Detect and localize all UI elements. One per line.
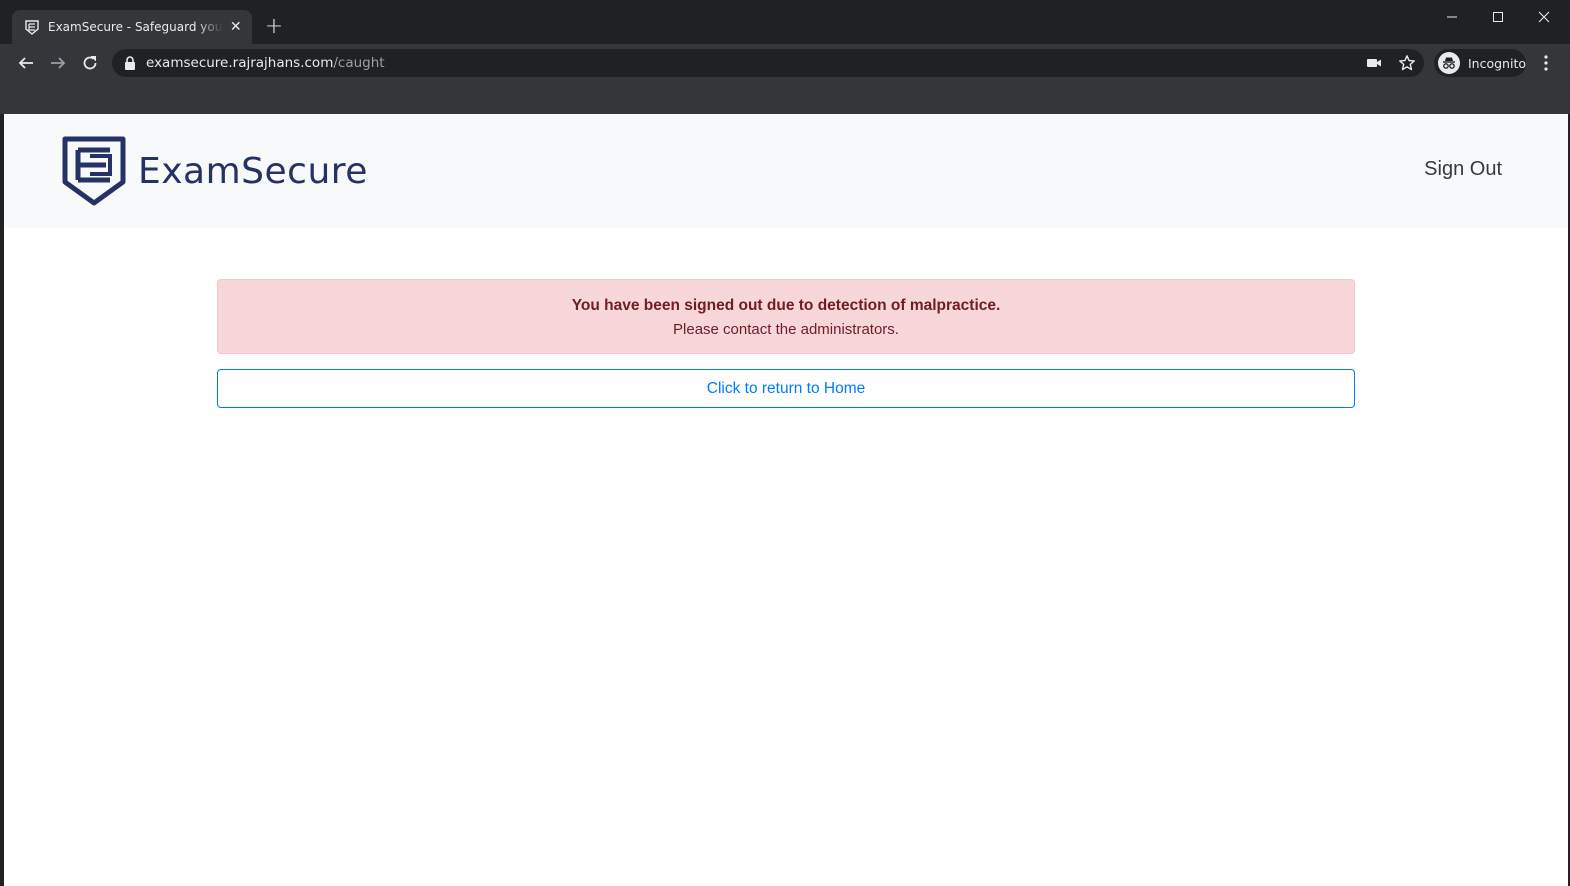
camera-icon[interactable]	[1366, 54, 1382, 72]
browser-menu-icon[interactable]	[1536, 51, 1556, 75]
incognito-label: Incognito	[1467, 55, 1526, 71]
incognito-icon	[1438, 52, 1460, 74]
site-navbar: ExamSecure Sign Out	[4, 114, 1568, 228]
tab-title: ExamSecure - Safeguard your Exams	[48, 20, 223, 34]
bookmark-star-icon[interactable]	[1398, 54, 1416, 72]
incognito-profile-button[interactable]: Incognito	[1434, 49, 1526, 77]
maximize-icon[interactable]	[1483, 6, 1513, 28]
url-path: /caught	[333, 55, 385, 71]
forward-arrow-icon[interactable]	[46, 51, 70, 75]
url-text: examsecure.rajrajhans.com/caught	[146, 55, 385, 71]
examsecure-shield-logo-icon	[62, 136, 126, 206]
alert-heading: You have been signed out due to detectio…	[571, 297, 1001, 314]
brand-name: ExamSecure	[138, 150, 368, 192]
browser-tab[interactable]: ExamSecure - Safeguard your Exams ✕	[12, 10, 252, 44]
examsecure-favicon-icon	[25, 20, 39, 35]
return-home-button[interactable]: Click to return to Home	[217, 369, 1355, 408]
brand-link[interactable]: ExamSecure	[62, 136, 368, 206]
url-host: examsecure.rajrajhans.com	[146, 55, 334, 71]
close-window-icon[interactable]	[1529, 6, 1559, 28]
browser-toolbar: examsecure.rajrajhans.com/caught Incogni…	[0, 44, 1570, 82]
back-arrow-icon[interactable]	[14, 51, 38, 75]
close-tab-icon[interactable]: ✕	[229, 19, 242, 35]
page-viewport: ExamSecure Sign Out You have been signed…	[4, 114, 1568, 886]
bookmarks-bar	[0, 82, 1570, 114]
address-bar[interactable]: examsecure.rajrajhans.com/caught	[112, 49, 1424, 77]
malpractice-alert: You have been signed out due to detectio…	[217, 279, 1355, 354]
new-tab-icon[interactable]: +	[262, 16, 286, 40]
reload-icon[interactable]	[78, 51, 102, 75]
browser-chrome: ExamSecure - Safeguard your Exams ✕ +	[0, 0, 1570, 114]
lock-icon	[125, 56, 135, 70]
tab-strip: ExamSecure - Safeguard your Exams ✕ +	[0, 0, 1570, 44]
minimize-icon[interactable]	[1437, 6, 1467, 28]
sign-out-link[interactable]: Sign Out	[1424, 158, 1502, 181]
alert-message: Please contact the administrators.	[673, 321, 899, 338]
